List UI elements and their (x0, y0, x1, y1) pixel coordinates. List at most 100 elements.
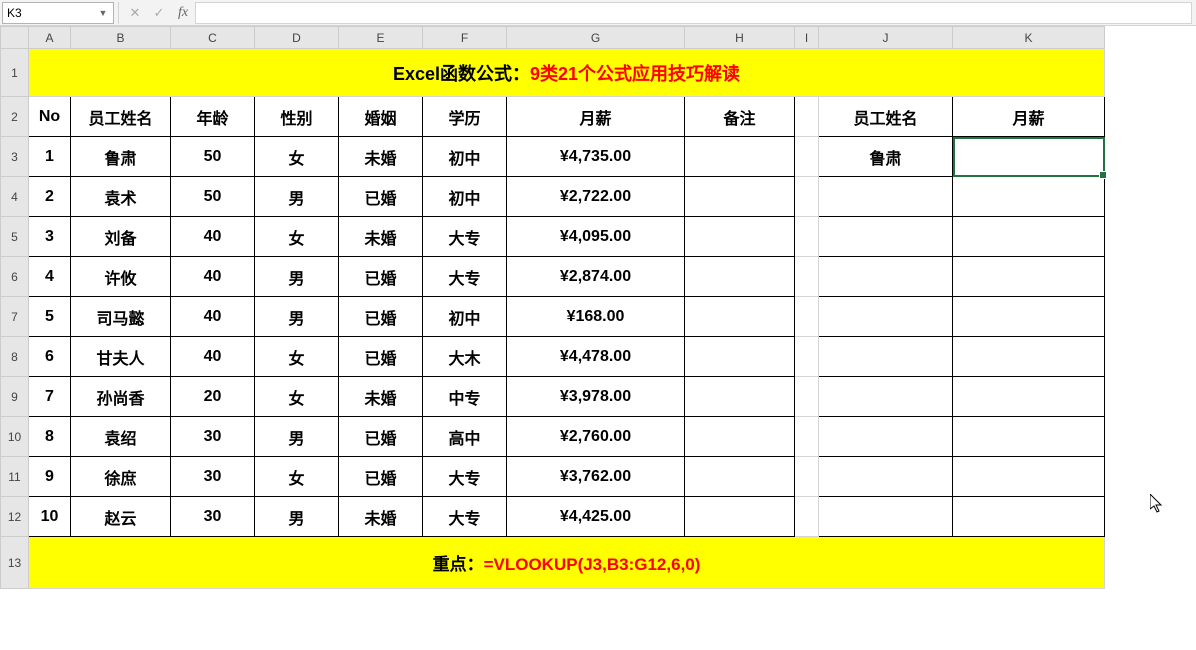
cell-age[interactable]: 40 (171, 217, 255, 257)
row-header-12[interactable]: 12 (1, 497, 29, 537)
col-header-A[interactable]: A (29, 27, 71, 49)
header-no[interactable]: No (29, 97, 71, 137)
cell-I9[interactable] (795, 377, 819, 417)
cell-remark[interactable] (685, 337, 795, 377)
row-header-8[interactable]: 8 (1, 337, 29, 377)
cell-gender[interactable]: 女 (255, 137, 339, 177)
cell-salary[interactable]: ¥2,722.00 (507, 177, 685, 217)
cell-J8[interactable] (819, 337, 953, 377)
cell-education[interactable]: 中专 (423, 377, 507, 417)
cell-marital[interactable]: 已婚 (339, 337, 423, 377)
cell-gender[interactable]: 男 (255, 257, 339, 297)
header-gender[interactable]: 性别 (255, 97, 339, 137)
cell-age[interactable]: 20 (171, 377, 255, 417)
cell-name[interactable]: 赵云 (71, 497, 171, 537)
cell-marital[interactable]: 已婚 (339, 257, 423, 297)
cell-marital[interactable]: 未婚 (339, 377, 423, 417)
cell-no[interactable]: 9 (29, 457, 71, 497)
cell-age[interactable]: 30 (171, 417, 255, 457)
fx-button[interactable]: fx (171, 2, 195, 24)
cell-salary[interactable]: ¥4,478.00 (507, 337, 685, 377)
cell-marital[interactable]: 已婚 (339, 177, 423, 217)
cell-name[interactable]: 袁绍 (71, 417, 171, 457)
cell-salary[interactable]: ¥4,425.00 (507, 497, 685, 537)
cell-I5[interactable] (795, 217, 819, 257)
cell-no[interactable]: 4 (29, 257, 71, 297)
col-header-J[interactable]: J (819, 27, 953, 49)
cell-name[interactable]: 司马懿 (71, 297, 171, 337)
col-header-D[interactable]: D (255, 27, 339, 49)
col-header-B[interactable]: B (71, 27, 171, 49)
cell-education[interactable]: 高中 (423, 417, 507, 457)
cell-J4[interactable] (819, 177, 953, 217)
cell-remark[interactable] (685, 137, 795, 177)
cell-J6[interactable] (819, 257, 953, 297)
lookup-salary-value[interactable] (953, 137, 1105, 177)
col-header-C[interactable]: C (171, 27, 255, 49)
header-age[interactable]: 年龄 (171, 97, 255, 137)
cell-no[interactable]: 10 (29, 497, 71, 537)
cell-no[interactable]: 1 (29, 137, 71, 177)
cell-K11[interactable] (953, 457, 1105, 497)
col-header-G[interactable]: G (507, 27, 685, 49)
cell-gender[interactable]: 男 (255, 497, 339, 537)
cell-education[interactable]: 大专 (423, 217, 507, 257)
cell-education[interactable]: 大专 (423, 257, 507, 297)
col-header-K[interactable]: K (953, 27, 1105, 49)
header-lookup-salary[interactable]: 月薪 (953, 97, 1105, 137)
cell-age[interactable]: 40 (171, 337, 255, 377)
cell-remark[interactable] (685, 177, 795, 217)
row-header-7[interactable]: 7 (1, 297, 29, 337)
row-header-10[interactable]: 10 (1, 417, 29, 457)
cell-name[interactable]: 鲁肃 (71, 137, 171, 177)
row-header-6[interactable]: 6 (1, 257, 29, 297)
cell-J10[interactable] (819, 417, 953, 457)
cell-marital[interactable]: 已婚 (339, 297, 423, 337)
cell-J7[interactable] (819, 297, 953, 337)
cell-remark[interactable] (685, 497, 795, 537)
cell-K8[interactable] (953, 337, 1105, 377)
cell-remark[interactable] (685, 417, 795, 457)
cell-age[interactable]: 50 (171, 177, 255, 217)
cell-I12[interactable] (795, 497, 819, 537)
cell-salary[interactable]: ¥3,762.00 (507, 457, 685, 497)
cell-K9[interactable] (953, 377, 1105, 417)
cell-I3[interactable] (795, 137, 819, 177)
cell-name[interactable]: 刘备 (71, 217, 171, 257)
cell-remark[interactable] (685, 457, 795, 497)
row-header-1[interactable]: 1 (1, 49, 29, 97)
cell-name[interactable]: 徐庶 (71, 457, 171, 497)
cell-age[interactable]: 30 (171, 497, 255, 537)
col-header-H[interactable]: H (685, 27, 795, 49)
cell-no[interactable]: 3 (29, 217, 71, 257)
cell-salary[interactable]: ¥4,095.00 (507, 217, 685, 257)
formula-input[interactable] (195, 2, 1192, 24)
cell-salary[interactable]: ¥168.00 (507, 297, 685, 337)
col-header-E[interactable]: E (339, 27, 423, 49)
cell-name[interactable]: 许攸 (71, 257, 171, 297)
cell-I2[interactable] (795, 97, 819, 137)
cell-remark[interactable] (685, 217, 795, 257)
row-header-4[interactable]: 4 (1, 177, 29, 217)
cell-salary[interactable]: ¥2,760.00 (507, 417, 685, 457)
cell-K12[interactable] (953, 497, 1105, 537)
cell-J11[interactable] (819, 457, 953, 497)
cell-no[interactable]: 2 (29, 177, 71, 217)
cell-salary[interactable]: ¥3,978.00 (507, 377, 685, 417)
title-cell[interactable]: Excel函数公式：9类21个公式应用技巧解读 (29, 49, 1105, 97)
chevron-down-icon[interactable]: ▼ (97, 8, 109, 18)
row-header-11[interactable]: 11 (1, 457, 29, 497)
cell-marital[interactable]: 已婚 (339, 457, 423, 497)
lookup-name-value[interactable]: 鲁肃 (819, 137, 953, 177)
cell-gender[interactable]: 男 (255, 297, 339, 337)
cell-remark[interactable] (685, 377, 795, 417)
cell-education[interactable]: 大木 (423, 337, 507, 377)
cell-I4[interactable] (795, 177, 819, 217)
cell-name[interactable]: 孙尚香 (71, 377, 171, 417)
cell-remark[interactable] (685, 297, 795, 337)
cell-gender[interactable]: 女 (255, 457, 339, 497)
cell-education[interactable]: 初中 (423, 177, 507, 217)
row-header-3[interactable]: 3 (1, 137, 29, 177)
footer-cell[interactable]: 重点：=VLOOKUP(J3,B3:G12,6,0) (29, 537, 1105, 589)
header-remark[interactable]: 备注 (685, 97, 795, 137)
